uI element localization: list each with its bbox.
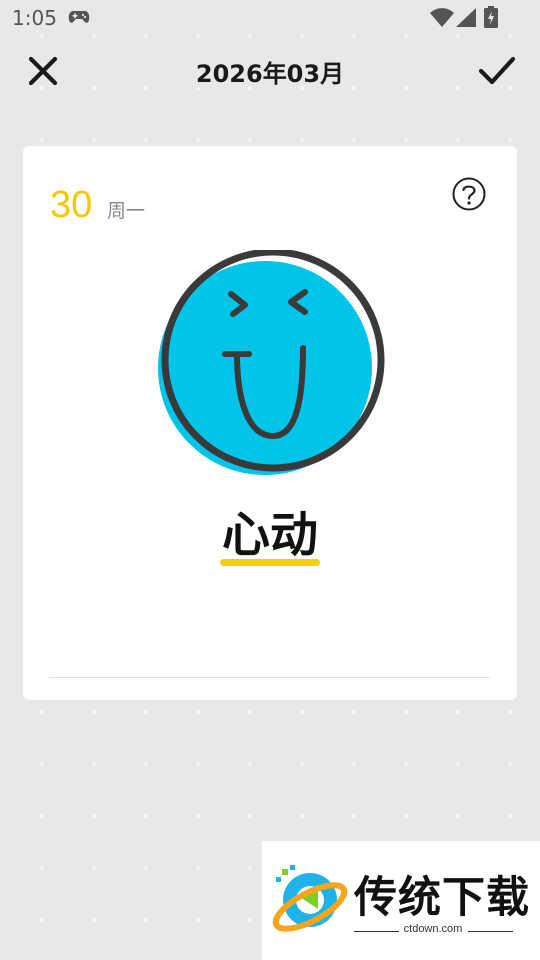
signal-icon bbox=[456, 8, 476, 27]
watermark: 传统下载 ctdown.com bbox=[262, 841, 540, 960]
day-number: 30 bbox=[50, 184, 93, 226]
watermark-line-right bbox=[468, 931, 513, 932]
battery-charging-icon bbox=[484, 6, 498, 28]
check-icon bbox=[478, 56, 516, 85]
game-controller-icon bbox=[68, 11, 90, 23]
weekday-label: 周一 bbox=[107, 200, 146, 222]
month-title[interactable]: 2026年03月 bbox=[120, 54, 420, 89]
mood-card: 30 周一 心动 bbox=[23, 146, 517, 700]
watermark-logo-icon bbox=[272, 865, 348, 932]
mood-label-text: 心动 bbox=[221, 507, 318, 563]
mood-label-wrap: 心动 bbox=[23, 504, 517, 566]
toolbar: 2026年03月 bbox=[0, 40, 540, 100]
divider bbox=[49, 677, 490, 678]
watermark-title: 传统下载 bbox=[354, 873, 530, 923]
status-bar: 1:05 bbox=[0, 0, 540, 36]
laughing-face-icon[interactable] bbox=[153, 250, 387, 476]
mood-label: 心动 bbox=[219, 504, 320, 566]
status-time: 1:05 bbox=[12, 6, 57, 30]
wifi-icon bbox=[430, 8, 454, 27]
close-icon bbox=[28, 56, 58, 86]
watermark-subtitle: ctdown.com bbox=[403, 923, 463, 935]
close-button[interactable] bbox=[20, 48, 66, 94]
question-circle-icon[interactable] bbox=[451, 176, 487, 212]
confirm-button[interactable] bbox=[472, 48, 522, 94]
